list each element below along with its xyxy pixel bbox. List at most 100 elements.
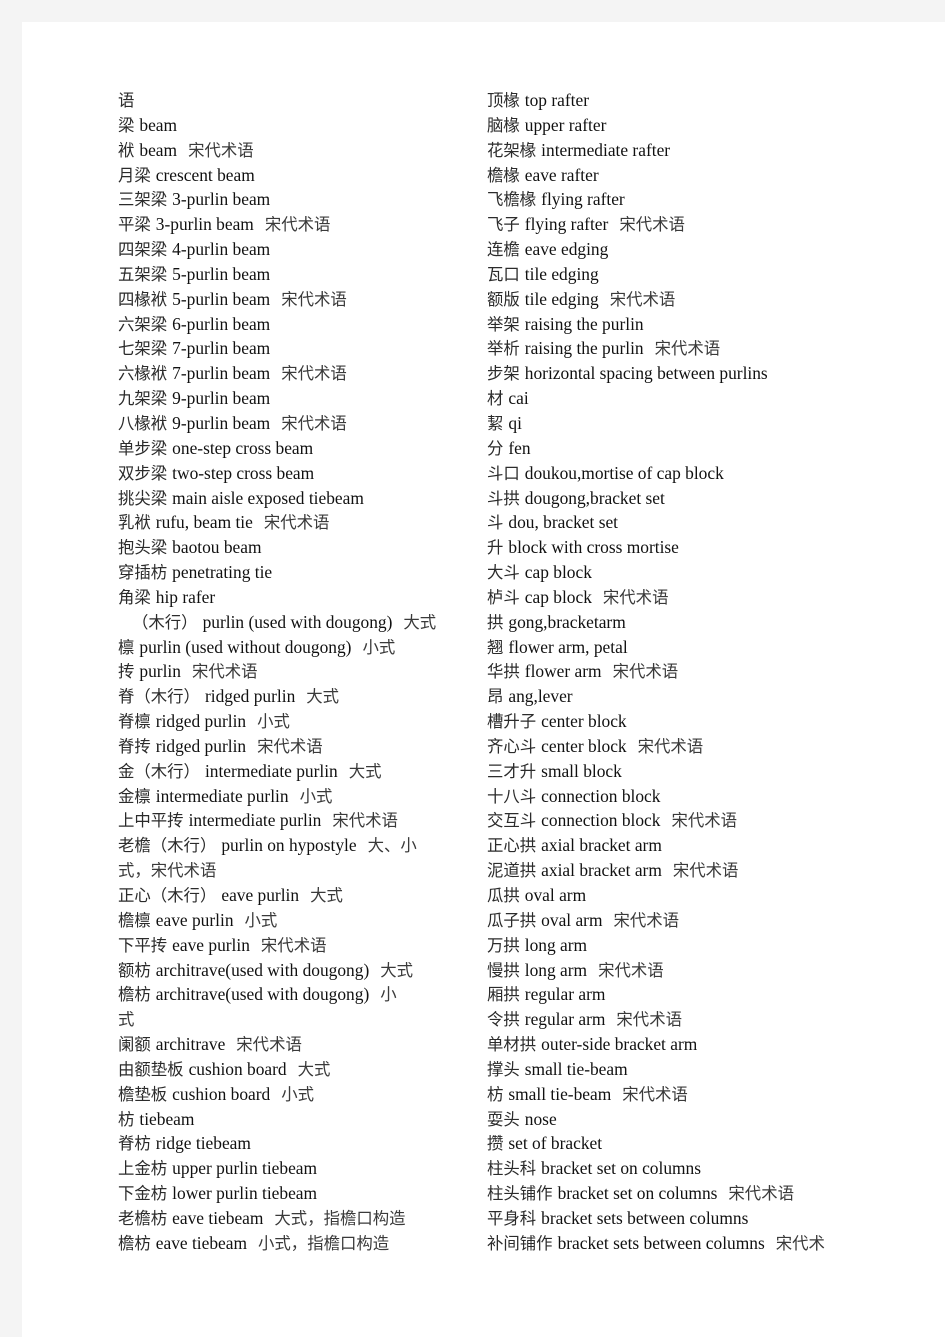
glossary-entry: 飞檐椽 flying rafter (487, 187, 945, 212)
glossary-english-gloss: ridged purlin (204, 686, 296, 707)
glossary-usage-note: 宋代术语 (637, 736, 704, 756)
glossary-entry: 由额垫板 cushion board 大式 (118, 1057, 490, 1082)
glossary-entry: 枋 small tie-beam 宋代术语 (487, 1082, 945, 1107)
glossary-term: 瓦口 (487, 264, 520, 284)
glossary-usage-note: 宋代术语 (332, 811, 398, 831)
glossary-entry: 槽升子 center block (487, 709, 945, 734)
glossary-term: 絜 (487, 413, 504, 433)
glossary-term: 上中平抟 (118, 811, 184, 831)
glossary-usage-note: 宋代术语 (260, 935, 327, 955)
glossary-english-gloss: bracket sets between columns (541, 1207, 749, 1228)
glossary-term: 瓜子拱 (487, 910, 537, 930)
glossary-entry: 上中平抟 intermediate purlin 宋代术语 (118, 808, 490, 833)
glossary-entry: 抱头梁 baotou beam (118, 535, 490, 560)
glossary-english-gloss: tiebeam (139, 1108, 195, 1129)
glossary-english-gloss: eave edging (524, 239, 609, 260)
glossary-usage-note: 宋代术语 (281, 289, 347, 309)
glossary-term: 八椽袱 (118, 413, 168, 433)
glossary-english-gloss: architrave (155, 1034, 226, 1055)
glossary-entry: 撑头 small tie-beam (487, 1057, 945, 1082)
glossary-english-gloss: penetrating tie (172, 562, 273, 583)
glossary-term: 四架梁 (118, 240, 168, 260)
glossary-english-gloss: intermediate purlin (188, 810, 322, 831)
glossary-usage-note: 小 (380, 985, 397, 1005)
glossary-column-right: 顶椽 top rafter 脑椽 upper rafter 花架椽 intermediat… (487, 88, 945, 1256)
glossary-english-gloss: doukou,mortise of cap block (524, 462, 724, 483)
glossary-english-gloss: raising the purlin (524, 313, 644, 334)
glossary-entry: 斗拱 dougong,bracket set (487, 486, 945, 511)
glossary-english-gloss: outer-side bracket arm (541, 1034, 698, 1055)
glossary-usage-note: 大、小 (367, 836, 417, 856)
glossary-english-gloss: flying rafter (524, 214, 609, 235)
glossary-english-gloss: upper purlin tiebeam (172, 1158, 318, 1179)
glossary-term: 四椽袱 (118, 289, 168, 309)
glossary-entry: 昂 ang,lever (487, 684, 945, 709)
glossary-entry: 脊檩 ridged purlin 小式 (118, 709, 490, 734)
glossary-entry: 平梁 3-purlin beam 宋代术语 (118, 212, 490, 237)
glossary-usage-note: 宋代术语 (281, 413, 347, 433)
glossary-term: 交互斗 (487, 811, 537, 831)
glossary-term: 额版 (487, 289, 520, 309)
glossary-term: 脊抟 (118, 736, 151, 756)
glossary-english-gloss: cap block (524, 562, 592, 583)
glossary-entry: 花架椽 intermediate rafter (487, 138, 945, 163)
glossary-entry: 絜 qi (487, 411, 945, 436)
glossary-entry: 金（木行） intermediate purlin 大式 (118, 759, 490, 784)
glossary-entry: 大斗 cap block (487, 560, 945, 585)
glossary-usage-note: 小式 (362, 637, 396, 657)
glossary-entry: 万拱 long arm (487, 933, 945, 958)
glossary-term: 步架 (487, 364, 520, 384)
glossary-english-gloss: purlin (139, 661, 181, 682)
glossary-english-gloss: ridged purlin (155, 711, 247, 732)
glossary-english-gloss: raising the purlin (524, 338, 644, 359)
glossary-english-gloss: axial bracket arm (541, 835, 662, 856)
glossary-entry: 上金枋 upper purlin tiebeam (118, 1156, 490, 1181)
glossary-term: 慢拱 (487, 960, 520, 980)
glossary-english-gloss: 5-purlin beam (172, 288, 271, 309)
glossary-entry: 十八斗 connection block (487, 784, 945, 809)
glossary-term: 脊（木行） (118, 687, 200, 707)
glossary-entry: 脊（木行） ridged purlin 大式 (118, 684, 490, 709)
glossary-entry: 檐枋 architrave(used with dougong) 小 (118, 982, 490, 1007)
glossary-entry: 拱 gong,bracketarm (487, 610, 945, 635)
glossary-term: 连檐 (487, 240, 520, 260)
glossary-entry: 抟 purlin 宋代术语 (118, 659, 490, 684)
glossary-entry: 飞子 flying rafter 宋代术语 (487, 212, 945, 237)
glossary-term: 耍头 (487, 1109, 520, 1129)
glossary-english-gloss: purlin (used with dougong) (202, 611, 393, 632)
glossary-english-gloss: cushion board (188, 1058, 287, 1079)
glossary-english-gloss: one-step cross beam (172, 437, 314, 458)
glossary-term: 厢拱 (487, 985, 520, 1005)
glossary-term: 补间铺作 (487, 1233, 553, 1253)
glossary-entry: 攒 set of bracket (487, 1131, 945, 1156)
glossary-usage-note: 宋代术语 (188, 140, 254, 160)
glossary-entry: 老檐（木行） purlin on hypostyle 大、小 (118, 833, 490, 858)
glossary-usage-note: 小式 (257, 712, 290, 732)
glossary-usage-note: 宋代术语 (257, 736, 323, 756)
glossary-term: 檐椽 (487, 165, 520, 185)
glossary-english-gloss: cushion board (172, 1083, 271, 1104)
glossary-entry: 单材拱 outer-side bracket arm (487, 1032, 945, 1057)
glossary-term: 齐心斗 (487, 736, 537, 756)
glossary-term: 泥道拱 (487, 861, 537, 881)
glossary-term: 单材拱 (487, 1035, 537, 1055)
glossary-term: 檐檩 (118, 910, 151, 930)
glossary-entry: 耍头 nose (487, 1107, 945, 1132)
glossary-usage-note: 小式 (299, 786, 333, 806)
glossary-entry: 厢拱 regular arm (487, 982, 945, 1007)
glossary-entry: 六椽袱 7-purlin beam 宋代术语 (118, 361, 490, 386)
document-page: 语梁 beam 袱 beam 宋代术语 月梁 crescent beam 三架梁 3-purli… (22, 22, 945, 1337)
glossary-term: 梁 (118, 115, 135, 135)
glossary-usage-note: 宋代术语 (236, 1035, 302, 1055)
glossary-usage-note: 大式 (380, 960, 414, 980)
glossary-english-gloss: tile edging (524, 263, 599, 284)
glossary-english-gloss: small tie-beam (524, 1058, 628, 1079)
glossary-entry: 华拱 flower arm 宋代术语 (487, 659, 945, 684)
glossary-term: 斗口 (487, 463, 520, 483)
glossary-english-gloss: qi (508, 412, 522, 433)
glossary-usage-note: 大式 (348, 761, 382, 781)
glossary-term: 脑椽 (487, 115, 520, 135)
glossary-entry: 分 fen (487, 436, 945, 461)
glossary-entry: 九架梁 9-purlin beam (118, 386, 490, 411)
glossary-term: 老檐（木行） (118, 836, 217, 856)
